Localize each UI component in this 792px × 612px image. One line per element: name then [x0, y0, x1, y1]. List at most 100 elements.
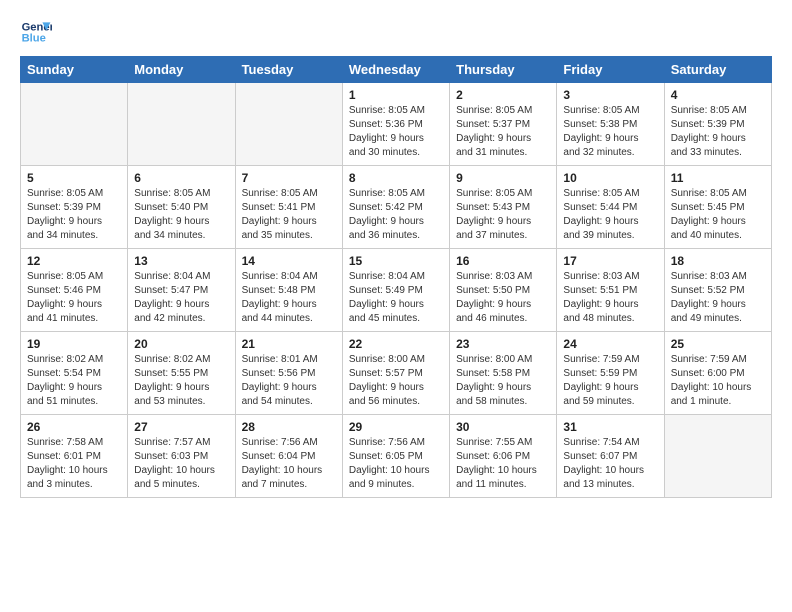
day-cell: 30 Sunrise: 7:55 AM Sunset: 6:06 PM Dayli…: [450, 415, 557, 498]
day-info: Sunrise: 8:00 AM Sunset: 5:57 PM Dayligh…: [349, 353, 443, 409]
day-cell: 5 Sunrise: 8:05 AM Sunset: 5:39 PM Daylig…: [21, 166, 128, 249]
day-cell: 7 Sunrise: 8:05 AM Sunset: 5:41 PM Daylig…: [235, 166, 342, 249]
day-info: Sunrise: 7:56 AM Sunset: 6:05 PM Dayligh…: [349, 436, 443, 492]
day-info: Sunrise: 8:04 AM Sunset: 5:48 PM Dayligh…: [242, 270, 336, 326]
day-cell: 31 Sunrise: 7:54 AM Sunset: 6:07 PM Dayli…: [557, 415, 664, 498]
day-number: 18: [671, 254, 765, 268]
day-info: Sunrise: 8:02 AM Sunset: 5:54 PM Dayligh…: [27, 353, 121, 409]
day-info: Sunrise: 8:05 AM Sunset: 5:36 PM Dayligh…: [349, 104, 443, 160]
day-cell: 20Sunrise: 8:02 AM Sunset: 5:55 PM Dayli…: [128, 332, 235, 415]
day-cell: 21 Sunrise: 8:01 AM Sunset: 5:56 PM Dayli…: [235, 332, 342, 415]
day-cell: 15 Sunrise: 8:04 AM Sunset: 5:49 PM Dayli…: [342, 249, 449, 332]
calendar-header: SundayMondayTuesdayWednesdayThursdayFrid…: [21, 57, 772, 83]
day-info: Sunrise: 8:05 AM Sunset: 5:39 PM Dayligh…: [671, 104, 765, 160]
day-cell: 29 Sunrise: 7:56 AM Sunset: 6:05 PM Dayli…: [342, 415, 449, 498]
day-number: 24: [563, 337, 657, 351]
header-cell-thursday: Thursday: [450, 57, 557, 83]
day-number: 9: [456, 171, 550, 185]
day-cell: 18Sunrise: 8:03 AM Sunset: 5:52 PM Dayli…: [664, 249, 771, 332]
week-row-5: 26Sunrise: 7:58 AM Sunset: 6:01 PM Dayli…: [21, 415, 772, 498]
day-number: 6: [134, 171, 228, 185]
day-cell: 6 Sunrise: 8:05 AM Sunset: 5:40 PM Daylig…: [128, 166, 235, 249]
day-info: Sunrise: 8:05 AM Sunset: 5:39 PM Dayligh…: [27, 187, 121, 243]
day-number: 4: [671, 88, 765, 102]
day-cell: 4 Sunrise: 8:05 AM Sunset: 5:39 PM Daylig…: [664, 83, 771, 166]
week-row-3: 12Sunrise: 8:05 AM Sunset: 5:46 PM Dayli…: [21, 249, 772, 332]
day-number: 22: [349, 337, 443, 351]
svg-text:Blue: Blue: [22, 33, 46, 45]
day-info: Sunrise: 8:05 AM Sunset: 5:44 PM Dayligh…: [563, 187, 657, 243]
day-info: Sunrise: 8:03 AM Sunset: 5:51 PM Dayligh…: [563, 270, 657, 326]
day-info: Sunrise: 8:01 AM Sunset: 5:56 PM Dayligh…: [242, 353, 336, 409]
day-info: Sunrise: 7:57 AM Sunset: 6:03 PM Dayligh…: [134, 436, 228, 492]
day-cell: [128, 83, 235, 166]
day-cell: 27Sunrise: 7:57 AM Sunset: 6:03 PM Dayli…: [128, 415, 235, 498]
day-number: 26: [27, 420, 121, 434]
day-cell: [21, 83, 128, 166]
day-number: 21: [242, 337, 336, 351]
header-cell-sunday: Sunday: [21, 57, 128, 83]
logo-icon: General Blue: [20, 16, 52, 48]
day-cell: 16 Sunrise: 8:03 AM Sunset: 5:50 PM Dayli…: [450, 249, 557, 332]
week-row-4: 19Sunrise: 8:02 AM Sunset: 5:54 PM Dayli…: [21, 332, 772, 415]
calendar-body: 1Sunrise: 8:05 AM Sunset: 5:36 PM Daylig…: [21, 83, 772, 498]
day-number: 25: [671, 337, 765, 351]
day-cell: 26Sunrise: 7:58 AM Sunset: 6:01 PM Dayli…: [21, 415, 128, 498]
day-info: Sunrise: 8:05 AM Sunset: 5:42 PM Dayligh…: [349, 187, 443, 243]
day-cell: 3 Sunrise: 8:05 AM Sunset: 5:38 PM Daylig…: [557, 83, 664, 166]
logo: General Blue: [20, 16, 56, 48]
day-info: Sunrise: 8:04 AM Sunset: 5:47 PM Dayligh…: [134, 270, 228, 326]
day-number: 16: [456, 254, 550, 268]
day-number: 8: [349, 171, 443, 185]
day-info: Sunrise: 8:00 AM Sunset: 5:58 PM Dayligh…: [456, 353, 550, 409]
header: General Blue: [20, 16, 772, 48]
day-cell: 13 Sunrise: 8:04 AM Sunset: 5:47 PM Dayli…: [128, 249, 235, 332]
page: General Blue SundayMondayTuesdayWednesda…: [0, 0, 792, 514]
day-info: Sunrise: 8:04 AM Sunset: 5:49 PM Dayligh…: [349, 270, 443, 326]
day-cell: 17 Sunrise: 8:03 AM Sunset: 5:51 PM Dayli…: [557, 249, 664, 332]
day-info: Sunrise: 8:05 AM Sunset: 5:41 PM Dayligh…: [242, 187, 336, 243]
day-info: Sunrise: 7:59 AM Sunset: 5:59 PM Dayligh…: [563, 353, 657, 409]
day-info: Sunrise: 7:59 AM Sunset: 6:00 PM Dayligh…: [671, 353, 765, 409]
day-cell: 24 Sunrise: 7:59 AM Sunset: 5:59 PM Dayli…: [557, 332, 664, 415]
day-number: 13: [134, 254, 228, 268]
day-number: 5: [27, 171, 121, 185]
day-info: Sunrise: 8:05 AM Sunset: 5:38 PM Dayligh…: [563, 104, 657, 160]
day-number: 30: [456, 420, 550, 434]
day-cell: 1Sunrise: 8:05 AM Sunset: 5:36 PM Daylig…: [342, 83, 449, 166]
day-number: 2: [456, 88, 550, 102]
day-number: 31: [563, 420, 657, 434]
day-number: 14: [242, 254, 336, 268]
header-cell-wednesday: Wednesday: [342, 57, 449, 83]
calendar-table: SundayMondayTuesdayWednesdayThursdayFrid…: [20, 56, 772, 498]
day-cell: 19Sunrise: 8:02 AM Sunset: 5:54 PM Dayli…: [21, 332, 128, 415]
day-info: Sunrise: 8:05 AM Sunset: 5:45 PM Dayligh…: [671, 187, 765, 243]
week-row-1: 1Sunrise: 8:05 AM Sunset: 5:36 PM Daylig…: [21, 83, 772, 166]
header-cell-monday: Monday: [128, 57, 235, 83]
day-number: 29: [349, 420, 443, 434]
day-info: Sunrise: 8:03 AM Sunset: 5:50 PM Dayligh…: [456, 270, 550, 326]
header-cell-tuesday: Tuesday: [235, 57, 342, 83]
week-row-2: 5 Sunrise: 8:05 AM Sunset: 5:39 PM Daylig…: [21, 166, 772, 249]
day-cell: 23 Sunrise: 8:00 AM Sunset: 5:58 PM Dayli…: [450, 332, 557, 415]
day-number: 7: [242, 171, 336, 185]
day-number: 11: [671, 171, 765, 185]
day-info: Sunrise: 8:05 AM Sunset: 5:40 PM Dayligh…: [134, 187, 228, 243]
day-info: Sunrise: 8:05 AM Sunset: 5:43 PM Dayligh…: [456, 187, 550, 243]
day-number: 17: [563, 254, 657, 268]
day-cell: 8 Sunrise: 8:05 AM Sunset: 5:42 PM Daylig…: [342, 166, 449, 249]
day-info: Sunrise: 7:55 AM Sunset: 6:06 PM Dayligh…: [456, 436, 550, 492]
day-cell: 22 Sunrise: 8:00 AM Sunset: 5:57 PM Dayli…: [342, 332, 449, 415]
day-info: Sunrise: 7:54 AM Sunset: 6:07 PM Dayligh…: [563, 436, 657, 492]
day-cell: 10 Sunrise: 8:05 AM Sunset: 5:44 PM Dayli…: [557, 166, 664, 249]
day-number: 15: [349, 254, 443, 268]
day-cell: 14 Sunrise: 8:04 AM Sunset: 5:48 PM Dayli…: [235, 249, 342, 332]
header-cell-saturday: Saturday: [664, 57, 771, 83]
day-info: Sunrise: 8:05 AM Sunset: 5:46 PM Dayligh…: [27, 270, 121, 326]
day-number: 23: [456, 337, 550, 351]
day-cell: 2Sunrise: 8:05 AM Sunset: 5:37 PM Daylig…: [450, 83, 557, 166]
day-number: 10: [563, 171, 657, 185]
day-cell: 11 Sunrise: 8:05 AM Sunset: 5:45 PM Dayli…: [664, 166, 771, 249]
day-number: 3: [563, 88, 657, 102]
header-cell-friday: Friday: [557, 57, 664, 83]
